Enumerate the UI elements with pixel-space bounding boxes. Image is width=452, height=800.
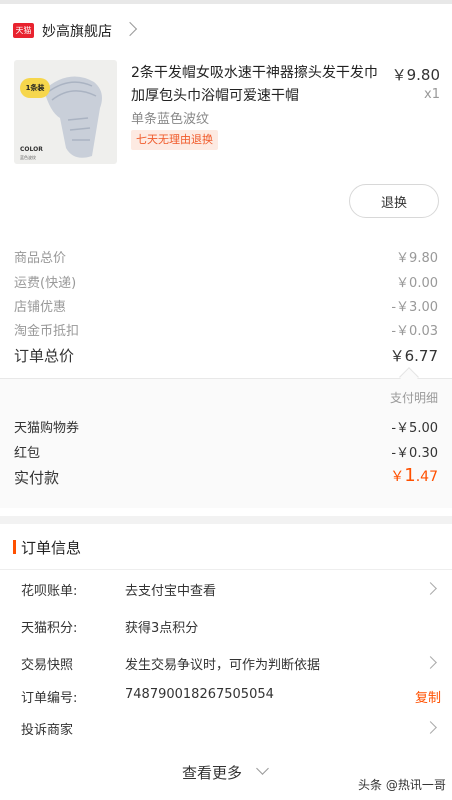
return-policy-tag: 七天无理由退换 [131, 130, 218, 150]
cost-label: 商品总价 [14, 251, 67, 266]
payment-label: 天猫购物券 [14, 421, 80, 436]
cost-value: ￥0.00 [396, 276, 438, 291]
cost-row-store-discount: 店铺优惠 -￥3.00 [14, 296, 438, 315]
info-label: 订单编号: [21, 691, 78, 706]
product-price: ￥9.80 [391, 66, 440, 84]
order-total-value: ￥6.77 [389, 347, 438, 365]
info-row-huabei[interactable]: 花呗账单: 去支付宝中查看 [21, 580, 441, 604]
payment-detail-label: 支付明细 [389, 391, 438, 405]
payment-details: 支付明细 天猫购物券 -￥5.00 红包 -￥0.30 实付款 ￥1.47 [0, 378, 452, 508]
thumb-badge: 1条装 [20, 78, 50, 98]
payment-value: -￥5.00 [391, 421, 438, 436]
refund-exchange-button[interactable]: 退换 [349, 184, 439, 218]
chevron-right-icon [424, 721, 437, 734]
chevron-down-icon [256, 762, 269, 775]
payment-row-redpacket: 红包 -￥0.30 [14, 442, 438, 461]
chevron-right-icon [122, 21, 138, 37]
cost-label: 淘金币抵扣 [14, 324, 80, 339]
cost-value: -￥0.03 [391, 324, 438, 339]
order-info-card: 订单信息 花呗账单: 去支付宝中查看 天猫积分: 获得3点积分 交易快照 发生交… [0, 524, 452, 800]
product-quantity: x1 [424, 87, 440, 102]
see-more-button[interactable]: 查看更多 [182, 762, 242, 783]
info-row-order-number: 订单编号: 748790018267505054 复制 [21, 687, 441, 711]
cost-value: ￥9.80 [396, 251, 438, 266]
info-value: 获得3点积分 [125, 621, 199, 636]
paid-integer: 1 [404, 465, 416, 486]
cost-row-coin-deduction: 淘金币抵扣 -￥0.03 [14, 320, 438, 339]
paid-amount: ￥1.47 [390, 465, 438, 486]
paid-currency: ￥ [390, 469, 405, 485]
order-total-row: 订单总价 ￥6.77 [14, 345, 438, 366]
order-total-label: 订单总价 [14, 347, 75, 365]
product-title[interactable]: 2条干发帽女吸水速干神器擦头发干发巾加厚包头巾浴帽可爱速干帽 [131, 62, 383, 108]
order-info-title: 订单信息 [21, 539, 82, 557]
payment-value: -￥0.30 [391, 446, 438, 461]
paid-decimal: .47 [415, 469, 438, 485]
info-label: 天猫积分: [21, 621, 78, 636]
chevron-right-icon [424, 656, 437, 669]
paid-label: 实付款 [14, 469, 60, 487]
paid-amount-row: 实付款 ￥1.47 [14, 465, 438, 488]
info-label: 交易快照 [21, 658, 74, 673]
store-name[interactable]: 妙高旗舰店 [42, 21, 112, 41]
payment-label: 红包 [14, 446, 41, 461]
cost-value: -￥3.00 [391, 300, 438, 315]
product-sku: 单条蓝色波纹 [131, 112, 210, 127]
info-value: 发生交易争议时，可作为判断依据 [125, 658, 321, 673]
cost-row-subtotal: 商品总价 ￥9.80 [14, 247, 438, 266]
info-value: 去支付宝中查看 [125, 584, 217, 599]
product-thumbnail[interactable]: 1条装 COLOR 蓝色波纹 [14, 60, 117, 164]
info-row-snapshot[interactable]: 交易快照 发生交易争议时，可作为判断依据 [21, 654, 441, 678]
copy-button[interactable]: 复制 [415, 687, 441, 706]
thumb-color-label: COLOR [20, 146, 43, 153]
cost-label: 运费(快递) [14, 276, 77, 291]
cost-label: 店铺优惠 [14, 300, 67, 315]
tmall-logo-icon: 天猫 [13, 23, 34, 38]
watermark: 头条 @热讯一哥 [358, 778, 446, 792]
store-header[interactable]: 天猫 妙高旗舰店 [0, 4, 452, 54]
info-label: 投诉商家 [21, 723, 74, 738]
product-card: 1条装 COLOR 蓝色波纹 2条干发帽女吸水速干神器擦头发干发巾加厚包头巾浴帽… [0, 54, 452, 516]
order-number: 748790018267505054 [125, 687, 274, 702]
divider [0, 569, 452, 570]
thumb-color-sub: 蓝色波纹 [20, 155, 36, 160]
payment-row-coupon: 天猫购物券 -￥5.00 [14, 417, 438, 436]
cost-row-shipping: 运费(快递) ￥0.00 [14, 272, 438, 291]
chevron-right-icon [424, 582, 437, 595]
info-row-complaint[interactable]: 投诉商家 [21, 719, 441, 743]
section-accent-bar [13, 540, 16, 554]
info-label: 花呗账单: [21, 584, 78, 599]
info-row-points: 天猫积分: 获得3点积分 [21, 617, 441, 641]
